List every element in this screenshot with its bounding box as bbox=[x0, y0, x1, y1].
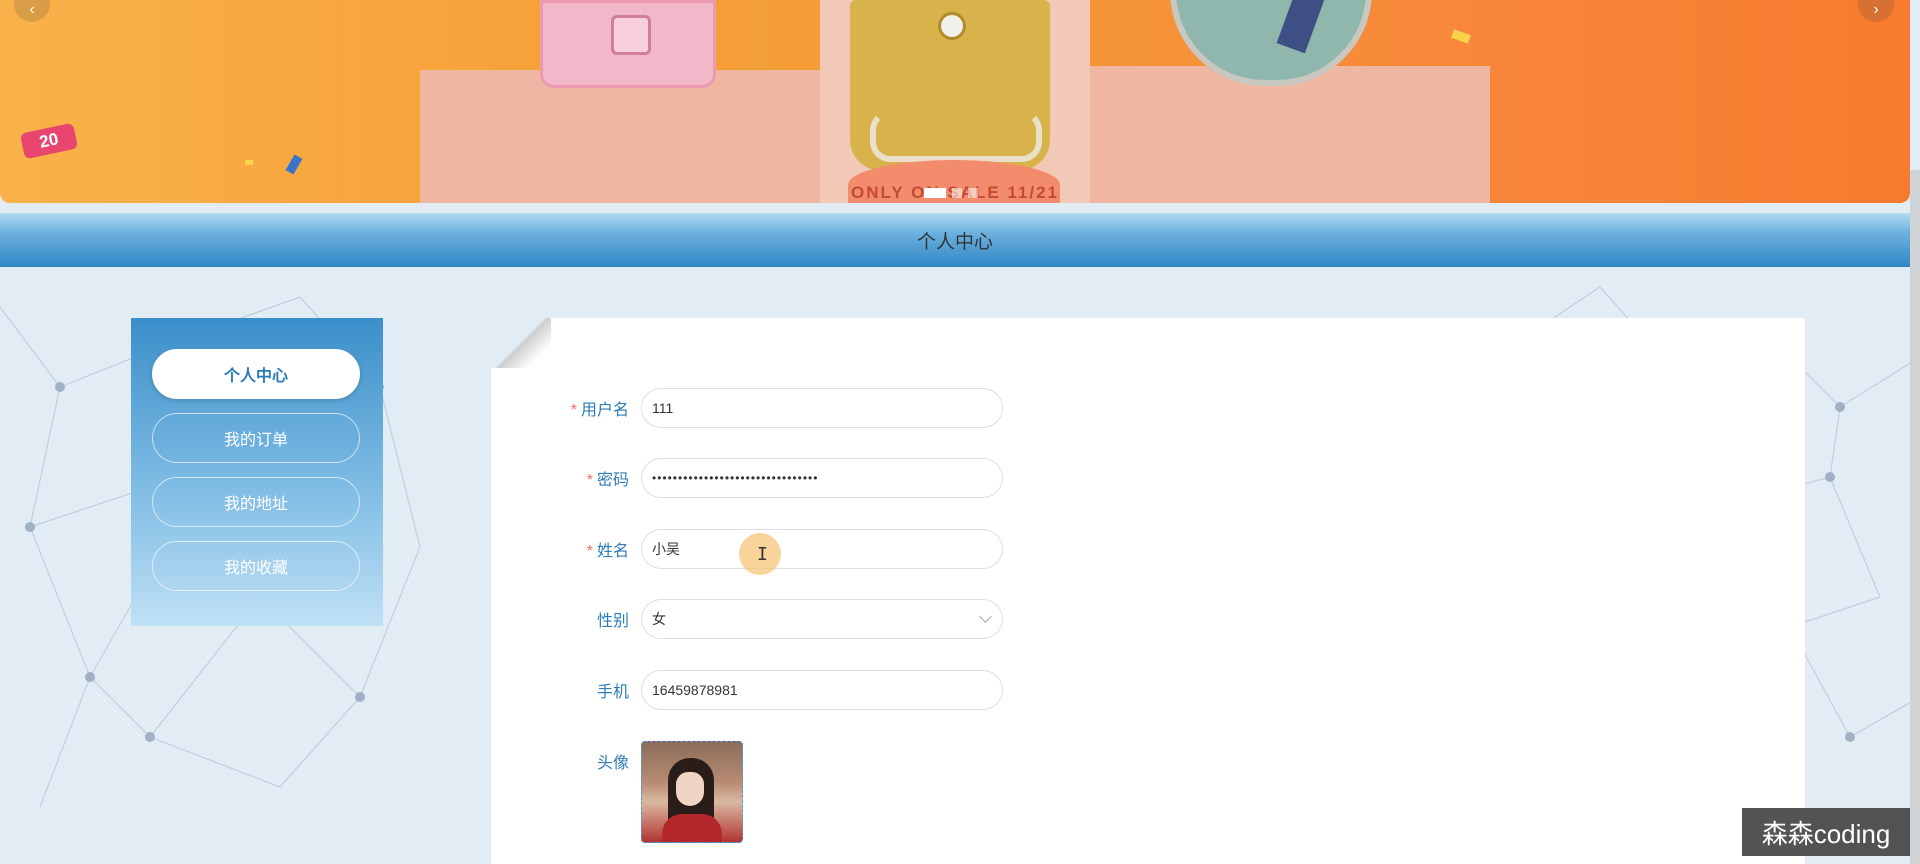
confetti-decoration bbox=[245, 160, 253, 165]
banner-pedestal-left bbox=[420, 70, 850, 203]
name-input[interactable]: 小吴 bbox=[641, 529, 1003, 569]
avatar-upload[interactable] bbox=[641, 741, 743, 843]
phone-value: 16459878981 bbox=[652, 682, 738, 698]
username-label-text: 用户名 bbox=[580, 402, 629, 419]
sidebar-item-label: 我的订单 bbox=[223, 432, 288, 449]
gender-label-text: 性别 bbox=[596, 613, 629, 630]
carousel-next-arrow-icon[interactable]: › bbox=[1858, 0, 1894, 22]
carousel-indicator-1[interactable] bbox=[924, 188, 946, 198]
confetti-decoration bbox=[1451, 29, 1471, 44]
username-value: 111 bbox=[652, 400, 674, 416]
carousel-indicators bbox=[924, 188, 978, 198]
name-value: 小吴 bbox=[652, 541, 680, 557]
sidebar-item-label: 我的地址 bbox=[223, 496, 288, 513]
password-label-text: 密码 bbox=[596, 472, 629, 489]
sidebar-item-favorites[interactable]: 我的收藏 bbox=[152, 541, 360, 591]
avatar-label-text: 头像 bbox=[596, 755, 629, 772]
password-label: * 密码 bbox=[491, 466, 641, 490]
required-mark: * bbox=[586, 543, 593, 560]
username-row: * 用户名 111 bbox=[491, 388, 1003, 428]
page-title: 个人中心 bbox=[916, 231, 993, 253]
banner-yellow-bag-image bbox=[850, 0, 1050, 170]
sidebar-item-profile[interactable]: 个人中心 bbox=[152, 349, 360, 399]
required-mark: * bbox=[570, 402, 577, 419]
sidebar-item-label: 个人中心 bbox=[223, 368, 288, 385]
watermark: 森森coding bbox=[1742, 808, 1910, 856]
sidebar-item-orders[interactable]: 我的订单 bbox=[152, 413, 360, 463]
avatar-row: 头像 bbox=[491, 741, 743, 843]
phone-input[interactable]: 16459878981 bbox=[641, 670, 1003, 710]
avatar-label: 头像 bbox=[491, 741, 641, 773]
gender-select[interactable]: 女 bbox=[641, 599, 1003, 639]
password-row: * 密码 •••••••••••••••••••••••••••••••• bbox=[491, 458, 1003, 498]
password-value: •••••••••••••••••••••••••••••••• bbox=[652, 471, 819, 485]
section-title-bar: 个人中心 bbox=[0, 213, 1910, 267]
banner-carousel[interactable]: ONLY ON SALE 11/21 20 ‹ › bbox=[0, 0, 1910, 203]
phone-label: 手机 bbox=[491, 678, 641, 702]
username-input[interactable]: 111 bbox=[641, 388, 1003, 428]
page-scrollbar[interactable] bbox=[1910, 170, 1920, 864]
carousel-indicator-3[interactable] bbox=[968, 188, 978, 198]
name-label: * 姓名 bbox=[491, 537, 641, 561]
sidebar-menu: 个人中心 我的订单 我的地址 我的收藏 bbox=[131, 318, 383, 626]
sidebar-item-addresses[interactable]: 我的地址 bbox=[152, 477, 360, 527]
gender-label: 性别 bbox=[491, 607, 641, 631]
carousel-indicator-2[interactable] bbox=[952, 188, 962, 198]
gender-value: 女 bbox=[652, 611, 666, 627]
banner-badge: 20 bbox=[19, 122, 79, 160]
carousel-prev-arrow-icon[interactable]: ‹ bbox=[14, 0, 50, 22]
text-cursor-icon: I bbox=[757, 544, 768, 565]
phone-row: 手机 16459878981 bbox=[491, 670, 1003, 710]
profile-form-card: * 用户名 111 * 密码 •••••••••••••••••••••••••••… bbox=[491, 318, 1805, 864]
required-mark: * bbox=[586, 472, 593, 489]
banner-pedestal-right bbox=[1080, 66, 1490, 203]
card-corner-fold-decoration bbox=[491, 318, 551, 368]
banner-pink-bag-image bbox=[540, 0, 716, 88]
confetti-decoration bbox=[285, 154, 303, 175]
sidebar-item-label: 我的收藏 bbox=[223, 560, 288, 577]
phone-label-text: 手机 bbox=[596, 684, 629, 701]
gender-row: 性别 女 bbox=[491, 599, 1003, 639]
username-label: * 用户名 bbox=[491, 396, 641, 420]
chevron-down-icon bbox=[979, 610, 992, 623]
password-input[interactable]: •••••••••••••••••••••••••••••••• bbox=[641, 458, 1003, 498]
name-label-text: 姓名 bbox=[596, 543, 629, 560]
